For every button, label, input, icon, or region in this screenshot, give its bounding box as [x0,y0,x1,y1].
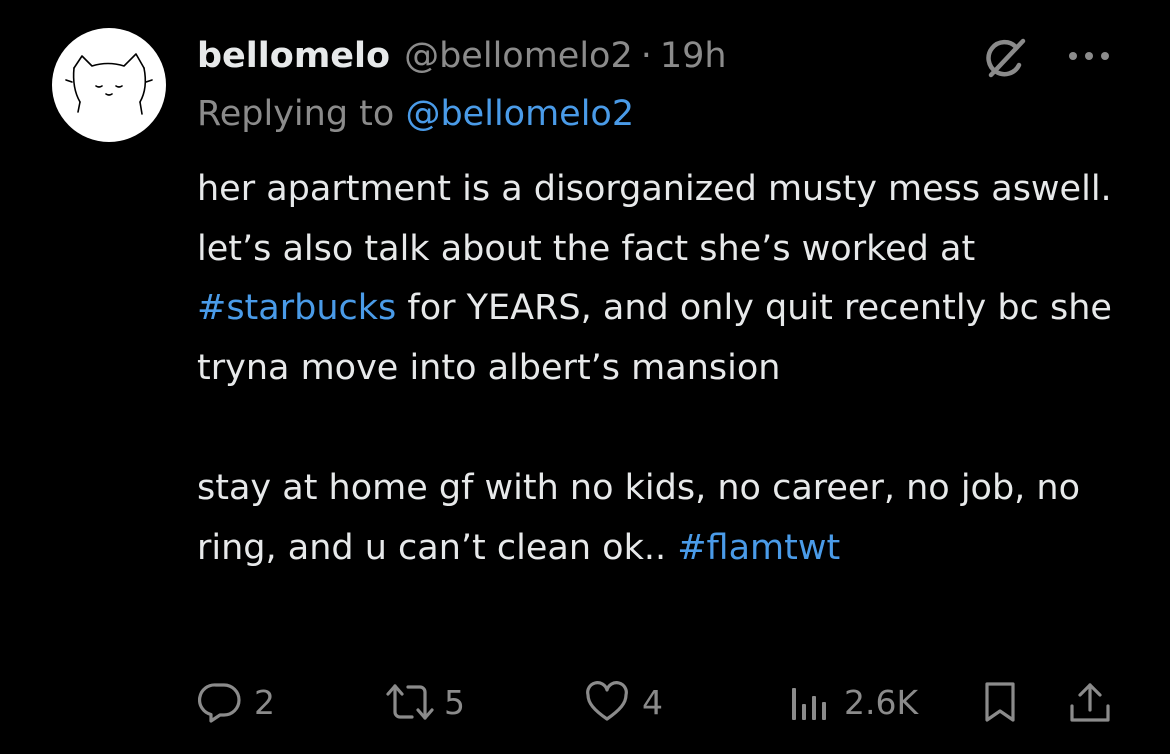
avatar[interactable] [52,28,166,142]
views-button[interactable]: 2.6K [788,680,918,724]
tweet-action-bar: 2 5 4 2.6K [0,676,1170,732]
timestamp[interactable]: 19h [660,36,727,76]
separator-dot: · [640,36,652,76]
user-handle[interactable]: @bellomelo2 [404,36,633,76]
cat-doodle-avatar-icon [65,53,153,115]
heart-icon [586,681,628,721]
tweet-paragraph-1: her apartment is a disorganized musty me… [197,160,1137,398]
hashtag-starbucks-link[interactable]: #starbucks [197,288,396,328]
repost-count: 5 [444,682,465,722]
bookmark-icon [985,682,1015,722]
tweet-body: her apartment is a disorganized musty me… [197,160,1137,578]
like-count: 4 [642,682,663,722]
like-button[interactable]: 4 [584,680,663,724]
share-icon [1070,683,1110,722]
display-name[interactable]: bellomelo [197,36,390,76]
reply-mention-link[interactable]: @bellomelo2 [405,94,634,134]
bookmark-button[interactable] [978,680,1022,724]
replying-prefix: Replying to [197,94,395,134]
tweet-paragraph-2: stay at home gf with no kids, no career,… [197,459,1137,578]
tweet-header: bellomelo @bellomelo2 · 19h [197,30,727,82]
hashtag-flamtwt-link[interactable]: #flamtwt [677,528,840,568]
views-icon [792,688,826,720]
reply-button[interactable]: 2 [198,680,275,724]
body-text-part1: her apartment is a disorganized musty me… [197,169,1112,269]
body-text-part3: stay at home gf with no kids, no career,… [197,468,1081,568]
repost-icon [386,684,434,720]
repost-button[interactable]: 5 [384,680,465,724]
more-dots-icon[interactable] [1064,36,1114,76]
reply-count: 2 [254,682,275,722]
grok-icon[interactable] [983,35,1029,81]
views-count: 2.6K [844,682,919,722]
share-button[interactable] [1066,680,1114,726]
reply-icon [198,683,241,723]
replying-to-line: Replying to @bellomelo2 [197,94,634,134]
